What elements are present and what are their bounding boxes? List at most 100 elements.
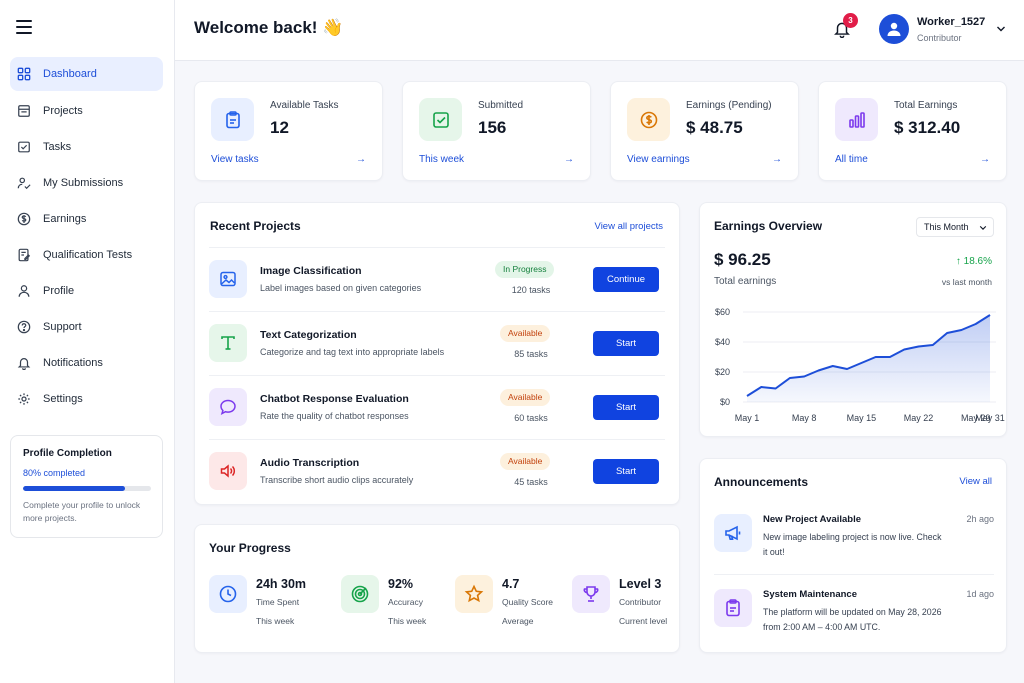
announcement-time: 1d ago <box>966 589 994 599</box>
dollar-icon <box>17 212 31 226</box>
sidebar-item-label: Projects <box>43 105 83 117</box>
divider <box>714 574 994 575</box>
announcement-item[interactable]: System Maintenance The platform will be … <box>714 589 994 649</box>
earnings-total: $ 96.25 <box>714 250 771 269</box>
profile-progress-fill <box>23 486 126 491</box>
stat-label: Total Earnings <box>894 100 958 111</box>
earnings-chart: $0$20$40$60May 1 May 8 May 15 May 22 May 29M… <box>715 307 1005 423</box>
project-name: Image Classification <box>260 265 362 277</box>
checkbox-icon <box>432 111 449 128</box>
task-count: 85 tasks <box>514 349 548 359</box>
x-tick-label: May 8 <box>792 413 817 423</box>
arrow-right-icon[interactable]: → <box>772 154 782 165</box>
sidebar-item-label: Dashboard <box>43 68 97 80</box>
user-icon <box>887 22 901 36</box>
user-name[interactable]: Worker_1527 <box>917 16 985 28</box>
arrow-right-icon[interactable]: → <box>356 154 366 165</box>
project-icon-box <box>209 324 247 362</box>
profile-progress-bar <box>23 486 151 491</box>
project-row: Chatbot Response Evaluation Rate the qua… <box>209 375 665 439</box>
earnings-overview-title: Earnings Overview <box>714 219 823 233</box>
trophy-icon <box>583 586 599 602</box>
sidebar-item-earnings[interactable]: Earnings <box>10 202 163 236</box>
text-icon <box>221 336 235 350</box>
y-tick-label: $0 <box>720 397 730 407</box>
target-icon <box>351 585 369 603</box>
sidebar-item-tasks[interactable]: Tasks <box>10 130 163 164</box>
chat-icon <box>220 399 236 415</box>
image-icon <box>220 271 236 287</box>
view-tasks-link[interactable]: View tasks <box>211 154 259 165</box>
arrow-right-icon[interactable]: → <box>564 154 574 165</box>
stat-card-available-tasks: Available Tasks 12 View tasks → <box>194 81 383 181</box>
announcement-time: 2h ago <box>966 514 994 524</box>
sidebar: Dashboard Projects Tasks My Submissions … <box>0 0 175 683</box>
sidebar-item-dashboard[interactable]: Dashboard <box>10 57 163 91</box>
period-select-value: This Month <box>924 222 969 232</box>
menu-icon[interactable] <box>16 20 32 34</box>
sidebar-item-support[interactable]: Support <box>10 310 163 344</box>
notification-badge: 3 <box>843 13 858 28</box>
coin-icon <box>640 111 657 128</box>
sidebar-item-label: Earnings <box>43 213 87 225</box>
progress-value: 24h 30m <box>256 577 307 591</box>
this-week-link[interactable]: This week <box>419 154 464 165</box>
task-count: 120 tasks <box>511 285 551 295</box>
submissions-icon <box>17 177 31 190</box>
x-tick-label: May 22 <box>904 413 934 423</box>
sidebar-item-profile[interactable]: Profile <box>10 274 163 308</box>
project-row: Text Categorization Categorize and tag t… <box>209 311 665 375</box>
sidebar-item-label: Notifications <box>43 357 103 369</box>
chevron-down-icon <box>979 226 987 230</box>
progress-sublabel: Current level <box>619 616 668 626</box>
announcement-title: System Maintenance <box>763 589 857 600</box>
project-name: Audio Transcription <box>260 457 360 469</box>
status-badge: In Progress <box>495 261 555 278</box>
progress-value: 4.7 <box>502 577 520 591</box>
sidebar-item-qualification-tests[interactable]: Qualification Tests <box>10 238 163 272</box>
status-badge: Available <box>500 389 551 406</box>
view-earnings-link[interactable]: View earnings <box>627 154 690 165</box>
clipboard-icon <box>726 599 740 617</box>
start-button[interactable]: Start <box>593 459 659 484</box>
profile-completion-description: Complete your profile to unlock more pro… <box>23 500 141 523</box>
project-description: Rate the quality of chatbot responses <box>260 411 409 421</box>
announcement-body: The platform will be updated on May 28, … <box>763 607 942 632</box>
help-icon <box>17 320 31 334</box>
project-name: Chatbot Response Evaluation <box>260 393 409 405</box>
stat-card-earnings-pending: Earnings (Pending) $ 48.75 View earnings… <box>610 81 799 181</box>
view-all-announcements-link[interactable]: View all <box>959 476 992 487</box>
megaphone-icon <box>725 525 741 541</box>
avatar[interactable] <box>879 14 909 44</box>
all-time-link[interactable]: All time <box>835 154 868 165</box>
stat-label: Submitted <box>478 100 524 111</box>
sidebar-item-notifications[interactable]: Notifications <box>10 346 163 380</box>
start-button[interactable]: Start <box>593 331 659 356</box>
progress-sublabel: This week <box>388 616 427 626</box>
your-progress-card: Your Progress 24h 30m Time Spent This we… <box>194 524 680 653</box>
view-all-projects-link[interactable]: View all projects <box>595 221 663 232</box>
projects-icon <box>18 105 30 117</box>
stat-icon-box <box>627 98 670 141</box>
start-button[interactable]: Start <box>593 395 659 420</box>
period-select[interactable]: This Month <box>916 217 994 237</box>
sidebar-item-projects[interactable]: Projects <box>10 94 163 128</box>
project-description: Transcribe short audio clips accurately <box>260 475 414 485</box>
stat-value: 12 <box>270 118 289 137</box>
top-header: Welcome back! 👋 3 Worker_1527 Contributo… <box>175 0 1024 61</box>
continue-button[interactable]: Continue <box>593 267 659 292</box>
stat-icon-box <box>211 98 254 141</box>
recent-projects-title: Recent Projects <box>210 219 301 233</box>
announcement-item[interactable]: New Project Available New image labeling… <box>714 514 994 574</box>
task-count: 60 tasks <box>514 413 548 423</box>
sidebar-item-submissions[interactable]: My Submissions <box>10 166 163 200</box>
earnings-change-label: vs last month <box>941 277 992 287</box>
arrow-right-icon[interactable]: → <box>980 154 990 165</box>
profile-completion-card: Profile Completion 80% completed Complet… <box>10 435 163 538</box>
sidebar-item-label: Settings <box>43 393 83 405</box>
progress-accuracy: 92% Accuracy This week <box>341 575 451 626</box>
announcement-body: New image labeling project is now live. … <box>763 532 942 557</box>
sidebar-item-label: Tasks <box>43 141 72 153</box>
sidebar-item-settings[interactable]: Settings <box>10 382 163 416</box>
chevron-down-icon[interactable] <box>996 24 1006 34</box>
